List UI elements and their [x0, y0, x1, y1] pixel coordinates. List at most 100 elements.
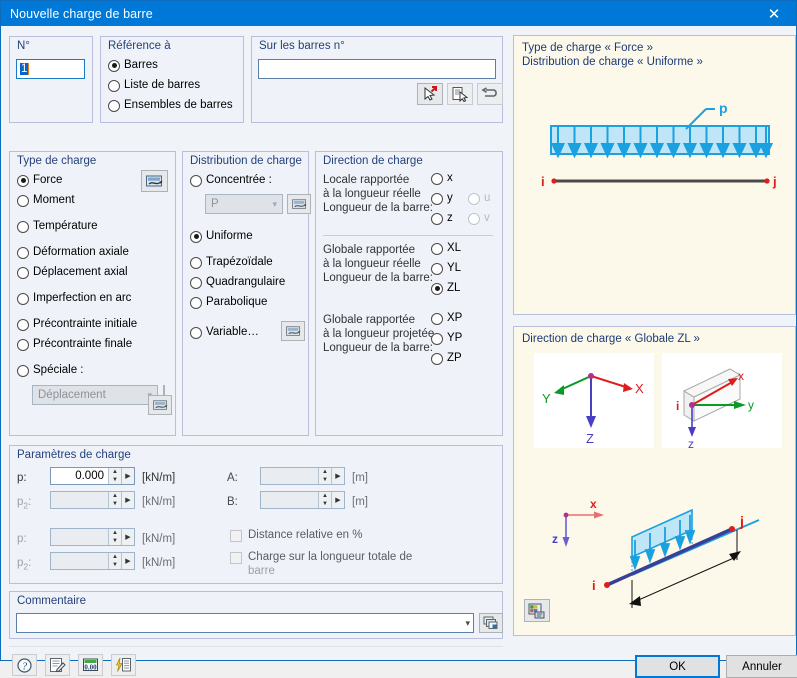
radio-label: Déplacement axial: [33, 266, 128, 278]
param-A-input: ▲ ▼ ▶: [260, 467, 345, 485]
radio-label: Moment: [33, 194, 75, 206]
spinner-arrows: ▲ ▼: [108, 492, 121, 508]
radio-label: u: [484, 192, 491, 204]
param-p4-value: [51, 553, 108, 569]
radio-distribution-varying[interactable]: Variable…: [190, 326, 259, 339]
radio-load-type-axial-displacement[interactable]: Déplacement axial: [17, 266, 128, 279]
param-p3-unit: [kN/m]: [142, 533, 176, 545]
radio-dot: [431, 192, 443, 205]
load-wizard-icon[interactable]: [111, 654, 136, 676]
chevron-down-icon[interactable]: ▾: [465, 618, 470, 629]
preview-direction-title: Direction de charge « Globale ZL »: [522, 333, 700, 345]
edit-icon[interactable]: [45, 654, 70, 676]
svg-text:x: x: [590, 497, 597, 511]
ok-button[interactable]: OK: [635, 655, 720, 678]
checkbox-relative-distance[interactable]: Distance relative en %: [230, 529, 362, 542]
param-B-unit: [m]: [352, 496, 368, 508]
radio-load-type-final-prestress[interactable]: Précontrainte finale: [17, 338, 132, 351]
radio-load-type-axial-strain[interactable]: Déformation axiale: [17, 246, 129, 259]
reference-group-caption: Référence à: [108, 40, 171, 52]
local-axis-diagram: x y z i: [662, 353, 782, 448]
number-input[interactable]: 1: [16, 59, 85, 79]
special-type-combo[interactable]: Déplacement ▾: [32, 385, 158, 405]
comment-group: Commentaire ▾: [9, 591, 503, 639]
radio-label: y: [447, 192, 453, 204]
radio-direction-v: v: [468, 212, 490, 225]
units-icon[interactable]: 0.00: [78, 654, 103, 676]
screenshot-icon[interactable]: [524, 599, 550, 622]
radio-distribution-concentrated[interactable]: Concentrée :: [190, 174, 272, 187]
param-p-value: 0.000: [75, 470, 104, 482]
spinner-arrows: ▲ ▼: [108, 553, 121, 569]
radio-load-type-special[interactable]: Spéciale :: [17, 364, 84, 377]
spinner-arrows: ▲ ▼: [108, 529, 121, 545]
checkbox-full-member-length[interactable]: Charge sur la longueur totale de: [230, 551, 412, 564]
radio-reference-member-list[interactable]: Liste de barres: [108, 79, 200, 92]
radio-label: Parabolique: [206, 296, 268, 308]
spinner-arrows[interactable]: ▲ ▼: [108, 468, 121, 484]
comment-input[interactable]: ▾: [16, 613, 474, 633]
radio-dot: [190, 256, 202, 269]
cancel-button[interactable]: Annuler: [726, 655, 797, 678]
spinner-expand-icon: ▶: [331, 492, 344, 508]
number-group-caption: N°: [17, 40, 30, 52]
load-type-settings-icon[interactable]: [141, 170, 168, 192]
reference-group: Référence à Barres Liste de barres Ensem…: [100, 36, 244, 123]
pick-from-list-icon[interactable]: [447, 83, 473, 105]
radio-distribution-trapezoidal[interactable]: Trapézoïdale: [190, 256, 273, 269]
direction-globalproj-line1: Globale rapportée: [323, 314, 416, 326]
radio-reference-member-sets[interactable]: Ensembles de barres: [108, 99, 233, 112]
radio-load-type-force[interactable]: Force: [17, 174, 62, 187]
param-p3-input: ▲ ▼ ▶: [50, 528, 135, 546]
radio-load-type-temperature[interactable]: Température: [17, 220, 98, 233]
radio-direction-YL[interactable]: YL: [431, 262, 461, 275]
radio-load-type-moment[interactable]: Moment: [17, 194, 75, 207]
window-title: Nouvelle charge de barre: [10, 6, 153, 21]
direction-local-line3: Longueur de la barre:: [323, 202, 433, 214]
spinner-expand-icon[interactable]: ▶: [121, 468, 134, 484]
members-input[interactable]: [258, 59, 496, 79]
radio-label: Variable…: [206, 326, 259, 338]
radio-direction-ZL[interactable]: ZL: [431, 282, 460, 295]
radio-direction-z[interactable]: z: [431, 212, 453, 225]
param-p-input[interactable]: 0.000 ▲ ▼ ▶: [50, 467, 135, 485]
left-column: N° 1 Référence à Barres Liste de barres …: [1, 26, 510, 676]
param-B-label: B:: [227, 496, 238, 508]
radio-direction-x[interactable]: x: [431, 172, 453, 185]
radio-distribution-uniform[interactable]: Uniforme: [190, 230, 253, 243]
svg-text:p: p: [719, 100, 728, 116]
undo-selection-icon[interactable]: [477, 83, 503, 105]
comment-library-icon[interactable]: [479, 613, 503, 633]
close-icon[interactable]: ✕: [752, 1, 796, 26]
param-p2-value: [51, 492, 108, 508]
radio-direction-XP[interactable]: XP: [431, 312, 462, 325]
radio-direction-y[interactable]: y: [431, 192, 453, 205]
radio-direction-XL[interactable]: XL: [431, 242, 461, 255]
radio-direction-ZP[interactable]: ZP: [431, 352, 462, 365]
pick-member-icon[interactable]: [417, 83, 443, 105]
radio-distribution-tapered[interactable]: Quadrangulaire: [190, 276, 285, 289]
chevron-down-icon: ▾: [272, 198, 277, 209]
svg-text:Y: Y: [542, 391, 551, 406]
radio-load-type-precamber[interactable]: Imperfection en arc: [17, 292, 131, 305]
concentrated-settings-icon[interactable]: [287, 194, 311, 214]
radio-load-type-initial-prestress[interactable]: Précontrainte initiale: [17, 318, 137, 331]
radio-direction-YP[interactable]: YP: [431, 332, 462, 345]
radio-distribution-parabolic[interactable]: Parabolique: [190, 296, 267, 309]
help-icon[interactable]: ?: [12, 654, 37, 676]
svg-text:Z: Z: [586, 431, 594, 446]
svg-text:y: y: [748, 398, 754, 412]
radio-dot: [17, 292, 29, 305]
radio-reference-members[interactable]: Barres: [108, 59, 158, 72]
concentrated-combo[interactable]: P ▾: [205, 194, 283, 214]
svg-text:j: j: [739, 513, 744, 529]
comment-caption: Commentaire: [17, 595, 87, 607]
radio-dot: [468, 192, 480, 205]
spinner-expand-icon: ▶: [121, 492, 134, 508]
param-p4-unit: [kN/m]: [142, 557, 176, 569]
title-bar: Nouvelle charge de barre ✕: [1, 1, 796, 26]
special-settings-icon[interactable]: [148, 395, 172, 415]
param-A-unit: [m]: [352, 472, 368, 484]
varying-settings-icon[interactable]: [281, 321, 305, 341]
checkbox-box: [230, 529, 242, 542]
